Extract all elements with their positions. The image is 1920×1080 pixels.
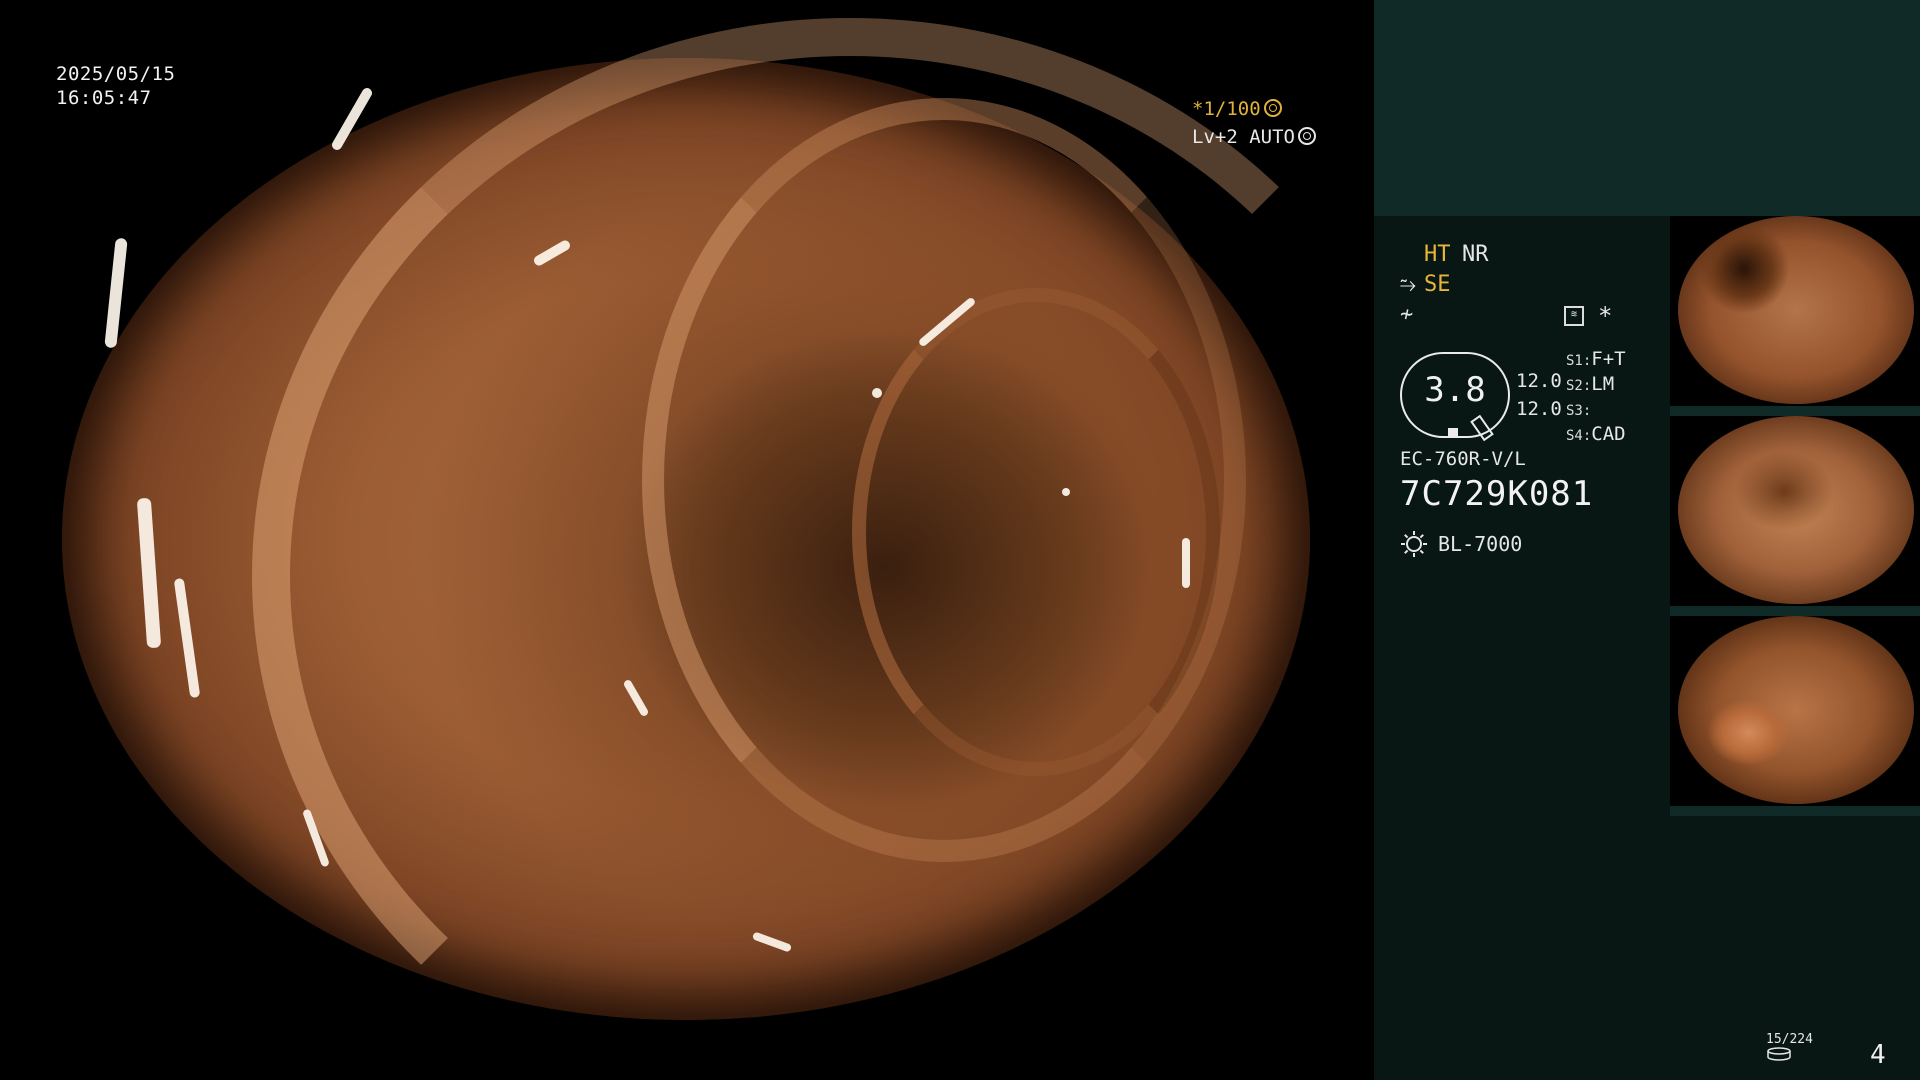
switch-value: LM: [1591, 373, 1615, 395]
specular-highlight: [330, 86, 374, 152]
switch-value: F+T: [1591, 348, 1626, 370]
page-number: 4: [1870, 1040, 1886, 1070]
switch-s4: S4:CAD: [1566, 423, 1626, 445]
storage-icon: [1767, 1047, 1791, 1061]
gauge-marker: [1448, 428, 1458, 438]
scope-model: EC-760R-V/L: [1400, 448, 1526, 470]
switch-label: S4: [1566, 428, 1583, 444]
freeze-icon: ≋: [1564, 306, 1584, 326]
colon-lumen-image: [62, 18, 1372, 1080]
setting-value-1: 12.0: [1516, 370, 1562, 392]
endoscope-view: 2025/05/15 16:05:47 *1/100 Lv+2 AUTO: [0, 0, 1372, 1080]
image-counter: 15/224: [1766, 1032, 1813, 1065]
specular-highlight: [1062, 488, 1070, 496]
specular-highlight: [104, 237, 128, 349]
captured-thumbnail[interactable]: [1670, 616, 1920, 816]
switch-value: CAD: [1591, 423, 1626, 445]
shutter-text: *1/100: [1192, 98, 1261, 120]
star-indicator: *: [1598, 302, 1613, 330]
switch-label: S3: [1566, 403, 1583, 419]
level-text: Lv+2 AUTO: [1192, 126, 1295, 148]
light-source-label: BL-7000: [1438, 532, 1523, 556]
setting-value-2: 12.0: [1516, 398, 1562, 420]
thumbnail-bar: [1670, 806, 1920, 816]
ht-indicator: HT: [1424, 242, 1451, 267]
shutter-icon: [1263, 99, 1282, 117]
captured-thumbnail[interactable]: [1670, 416, 1920, 616]
specular-highlight: [173, 577, 201, 699]
signal-wave-icon: ≁: [1400, 302, 1414, 327]
thumbnail-image: [1678, 216, 1914, 404]
time-text: 16:05:47: [56, 87, 152, 109]
timestamp: 2025/05/15 16:05:47: [56, 62, 175, 110]
structure-enhance-icon: ⥲: [1400, 272, 1416, 296]
captured-thumbnail[interactable]: [1670, 216, 1920, 416]
image-count-text: 15/224: [1766, 1032, 1813, 1047]
auto-iris-icon: [1297, 127, 1316, 145]
switch-s2: S2:LM: [1566, 373, 1615, 395]
specular-highlight: [872, 388, 882, 398]
haustral-fold: [852, 288, 1220, 776]
specular-highlight: [1182, 538, 1190, 588]
brightness-level: Lv+2 AUTO: [1192, 126, 1316, 148]
switch-s1: S1:F+T: [1566, 348, 1626, 370]
light-source-icon: [1401, 531, 1427, 557]
thumbnail-bar: [1670, 606, 1920, 616]
switch-s3: S3:: [1566, 403, 1592, 419]
scope-serial: 7C729K081: [1400, 474, 1594, 514]
gauge-value: 3.8: [1424, 370, 1486, 410]
thumbnail-image: [1678, 616, 1914, 804]
thumbnail-bar: [1670, 406, 1920, 416]
specular-highlight: [136, 497, 162, 649]
panel-header: [1374, 0, 1920, 216]
switch-label: S2: [1566, 378, 1583, 394]
switch-label: S1: [1566, 353, 1583, 369]
thumbnail-image: [1678, 416, 1914, 604]
date-text: 2025/05/15: [56, 63, 176, 85]
nr-indicator: NR: [1462, 242, 1489, 267]
shutter-speed: *1/100: [1192, 98, 1282, 120]
se-indicator: SE: [1424, 272, 1451, 297]
